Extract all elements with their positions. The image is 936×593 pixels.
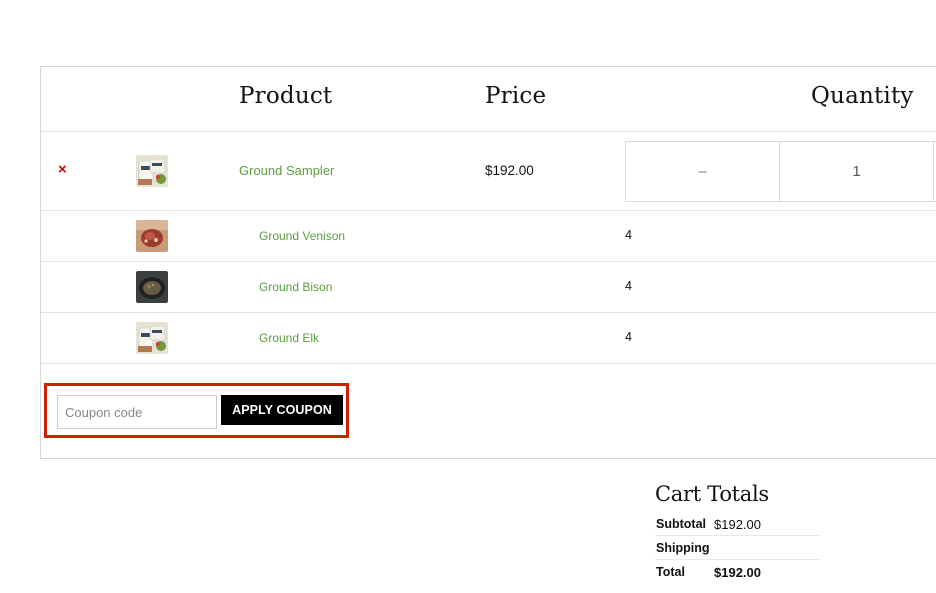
totals-label: Subtotal (656, 517, 706, 531)
sampler-product-icon[interactable] (136, 155, 168, 187)
totals-label: Total (656, 565, 685, 579)
product-price: $192.00 (485, 163, 534, 178)
bison-product-icon (136, 271, 168, 303)
divider (41, 210, 936, 211)
divider (41, 131, 936, 132)
product-name-link[interactable]: Ground Sampler (239, 163, 334, 178)
header-quantity: Quantity (811, 83, 914, 109)
quantity-value[interactable]: 1 (780, 142, 934, 201)
totals-label: Shipping (656, 541, 710, 555)
sub-product-name-link[interactable]: Ground Bison (259, 280, 332, 294)
coupon-highlight-box: APPLY COUPON (44, 383, 349, 438)
totals-row-shipping: Shipping (655, 536, 821, 560)
cart-table: Product Price Quantity × Ground Sampler … (40, 66, 936, 459)
divider (41, 363, 936, 364)
sub-product-quantity: 4 (625, 228, 632, 242)
cart-totals: Cart Totals Subtotal $192.00 Shipping To… (655, 482, 821, 584)
sub-product-quantity: 4 (625, 279, 632, 293)
divider (41, 312, 936, 313)
sub-product-quantity: 4 (625, 330, 632, 344)
header-product: Product (239, 83, 333, 109)
elk-product-icon (136, 322, 168, 354)
cart-totals-title: Cart Totals (655, 482, 769, 506)
quantity-decrease-button[interactable]: – (626, 142, 780, 201)
apply-coupon-button[interactable]: APPLY COUPON (221, 395, 343, 425)
sub-product-name-link[interactable]: Ground Elk (259, 331, 319, 345)
quantity-stepper[interactable]: – 1 (625, 141, 936, 202)
header-price: Price (485, 83, 547, 109)
remove-item-button[interactable]: × (58, 162, 67, 178)
venison-product-icon (136, 220, 168, 252)
coupon-code-input[interactable] (57, 395, 217, 429)
totals-row-total: Total $192.00 (655, 560, 821, 584)
divider (41, 261, 936, 262)
sub-product-name-link[interactable]: Ground Venison (259, 229, 345, 243)
totals-row-subtotal: Subtotal $192.00 (655, 512, 821, 536)
totals-value: $192.00 (714, 517, 761, 532)
totals-value: $192.00 (714, 565, 761, 580)
